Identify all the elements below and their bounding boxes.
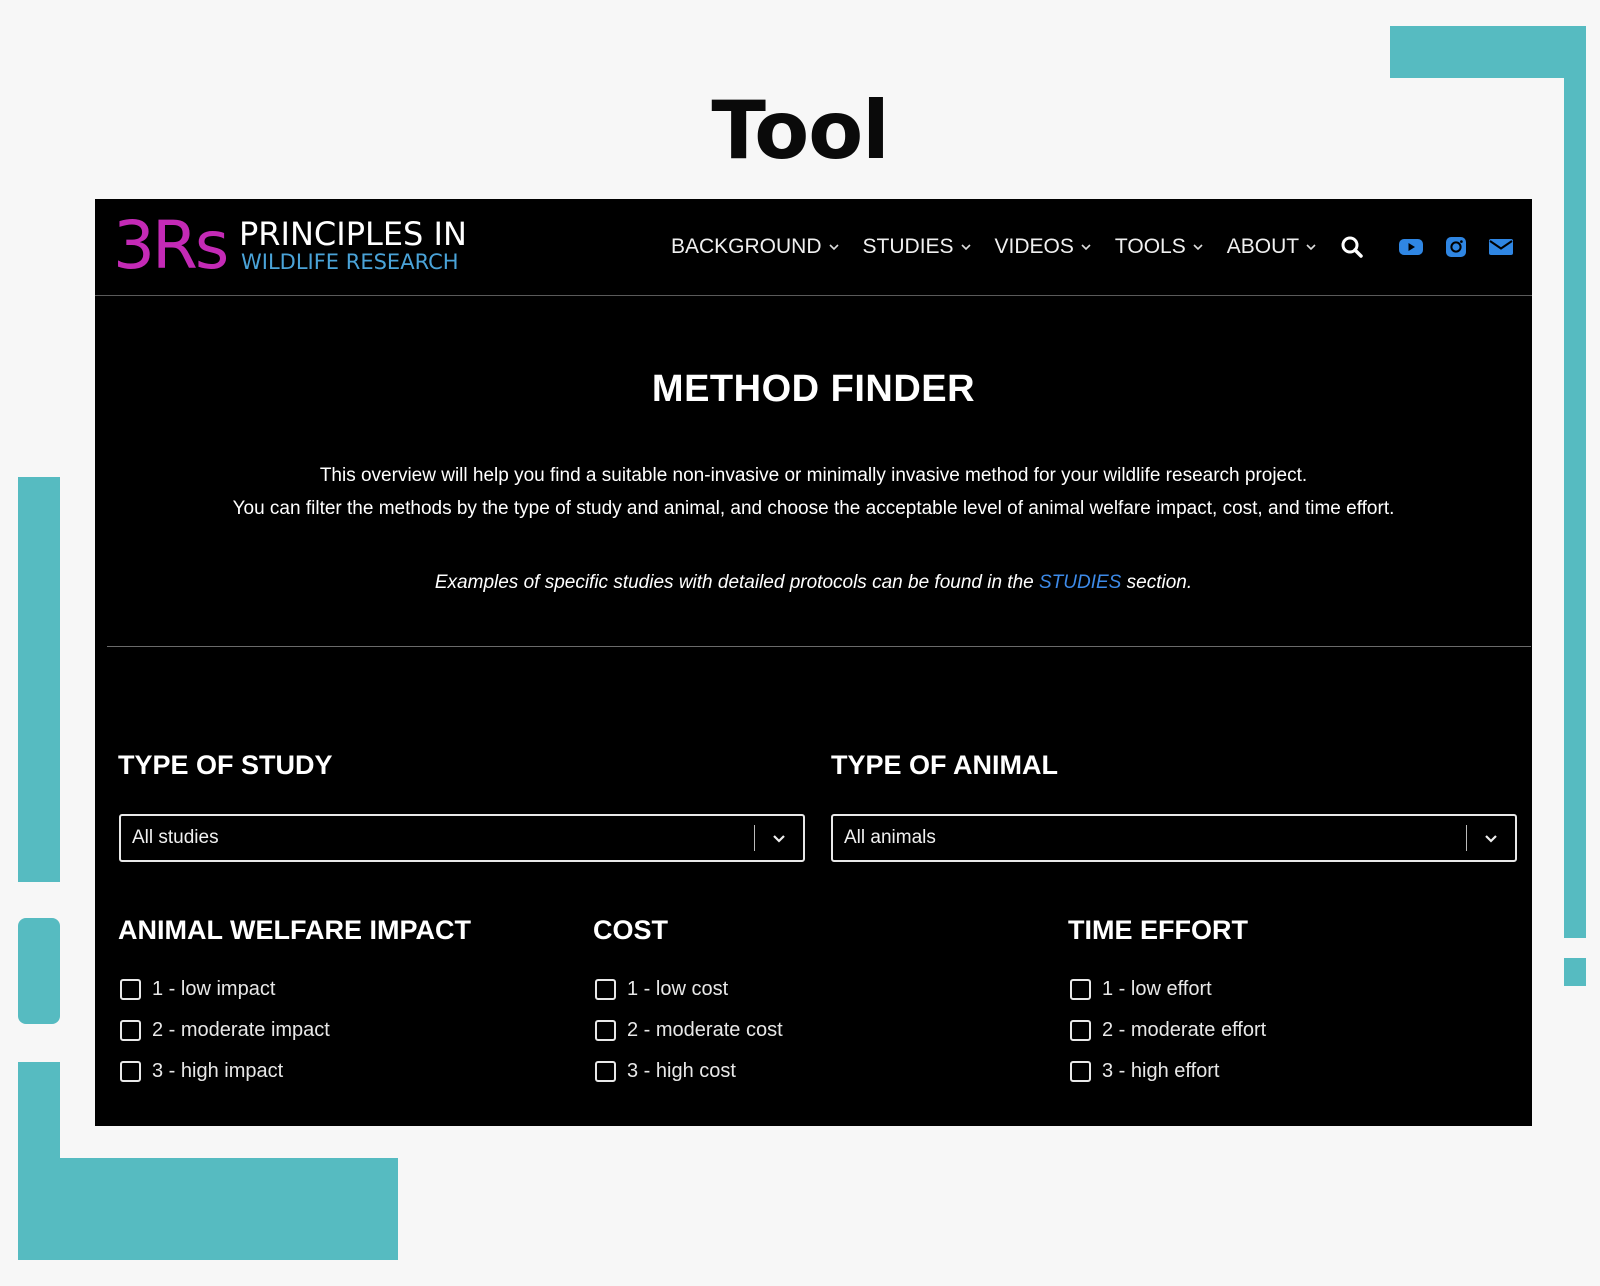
checkbox[interactable] xyxy=(120,979,141,1000)
option-label: 1 - low cost xyxy=(627,978,729,1000)
nav-label: VIDEOS xyxy=(994,235,1074,258)
chevron-down-icon xyxy=(1306,244,1316,251)
chevron-down-icon[interactable] xyxy=(755,830,803,846)
nav-item-background[interactable]: BACKGROUND xyxy=(671,235,840,259)
nav-label: STUDIES xyxy=(862,235,954,258)
nav-item-videos[interactable]: VIDEOS xyxy=(995,235,1092,259)
checkbox[interactable] xyxy=(595,979,616,1000)
chevron-down-icon xyxy=(1193,244,1203,251)
nav-label: TOOLS xyxy=(1114,235,1186,258)
cost-option-low[interactable]: 1 - low cost xyxy=(593,969,783,1010)
checkbox[interactable] xyxy=(120,1020,141,1041)
page-title: METHOD FINDER xyxy=(651,368,976,410)
option-label: 2 - moderate impact xyxy=(152,1019,330,1041)
welfare-option-low[interactable]: 1 - low impact xyxy=(118,969,330,1010)
option-label: 1 - low impact xyxy=(152,978,276,1000)
study-type-select[interactable]: All studies xyxy=(119,814,805,862)
section-divider xyxy=(107,646,1531,647)
checkbox[interactable] xyxy=(595,1020,616,1041)
logo-line1: PRINCIPLES IN xyxy=(239,215,467,253)
slide-title: Tool xyxy=(711,84,889,177)
cost-option-high[interactable]: 3 - high cost xyxy=(593,1051,783,1092)
cost-option-moderate[interactable]: 2 - moderate cost xyxy=(593,1010,783,1051)
welfare-option-high[interactable]: 3 - high impact xyxy=(118,1051,330,1092)
intro-line-1: This overview will help you find a suita… xyxy=(319,465,1308,486)
study-type-value: All studies xyxy=(132,827,219,848)
nav-label: ABOUT xyxy=(1226,235,1300,258)
time-option-low[interactable]: 1 - low effort xyxy=(1068,969,1266,1010)
studies-link[interactable]: STUDIES xyxy=(1039,572,1121,593)
animal-type-select[interactable]: All animals xyxy=(831,814,1517,862)
checkbox[interactable] xyxy=(120,1061,141,1082)
decor-bar-right-small xyxy=(1564,958,1586,986)
nav-label: BACKGROUND xyxy=(671,235,822,258)
logo-line2: WILDLIFE RESEARCH xyxy=(241,250,459,274)
studies-note: Examples of specific studies with detail… xyxy=(95,572,1532,594)
welfare-impact-options: 1 - low impact 2 - moderate impact 3 - h… xyxy=(118,969,330,1092)
site-navbar: 3Rs PRINCIPLES IN WILDLIFE RESEARCH BACK… xyxy=(95,199,1532,296)
decor-bar-left-middle xyxy=(18,918,60,1024)
decor-bar-top-right xyxy=(1390,26,1586,78)
checkbox[interactable] xyxy=(1070,1020,1091,1041)
checkbox[interactable] xyxy=(595,1061,616,1082)
option-label: 2 - moderate cost xyxy=(627,1019,783,1041)
nav-menu: BACKGROUND STUDIES VIDEOS TOOLS ABOUT xyxy=(671,199,1317,295)
animal-type-value: All animals xyxy=(844,827,936,848)
nav-item-about[interactable]: ABOUT xyxy=(1227,235,1317,259)
website-screenshot: 3Rs PRINCIPLES IN WILDLIFE RESEARCH BACK… xyxy=(95,199,1532,1126)
nav-item-studies[interactable]: STUDIES xyxy=(863,235,972,259)
studies-note-after: section. xyxy=(1121,572,1193,593)
welfare-impact-heading: ANIMAL WELFARE IMPACT xyxy=(118,915,471,945)
chevron-down-icon xyxy=(1081,244,1091,251)
search-icon[interactable] xyxy=(1340,235,1364,259)
time-effort-options: 1 - low effort 2 - moderate effort 3 - h… xyxy=(1068,969,1266,1092)
chevron-down-icon[interactable] xyxy=(1467,830,1515,846)
option-label: 3 - high effort xyxy=(1102,1060,1220,1082)
option-label: 3 - high cost xyxy=(627,1060,736,1082)
decor-bar-left-upper xyxy=(18,477,60,882)
chevron-down-icon xyxy=(828,244,839,251)
logo-mark: 3Rs xyxy=(113,207,229,284)
time-option-moderate[interactable]: 2 - moderate effort xyxy=(1068,1010,1266,1051)
cost-heading: COST xyxy=(593,915,669,945)
studies-note-before: Examples of specific studies with detail… xyxy=(434,572,1039,593)
animal-type-heading: TYPE OF ANIMAL xyxy=(831,750,1058,780)
checkbox[interactable] xyxy=(1070,979,1091,1000)
checkbox[interactable] xyxy=(1070,1061,1091,1082)
time-option-high[interactable]: 3 - high effort xyxy=(1068,1051,1266,1092)
option-label: 3 - high impact xyxy=(152,1060,284,1082)
mail-icon[interactable] xyxy=(1488,235,1514,259)
chevron-down-icon xyxy=(960,244,971,251)
welfare-option-moderate[interactable]: 2 - moderate impact xyxy=(118,1010,330,1051)
option-label: 1 - low effort xyxy=(1102,978,1212,1000)
time-effort-heading: TIME EFFORT xyxy=(1068,915,1248,945)
nav-item-tools[interactable]: TOOLS xyxy=(1115,235,1204,259)
study-type-heading: TYPE OF STUDY xyxy=(118,750,333,780)
decor-bar-bottom-left xyxy=(18,1158,398,1260)
intro-line-2: You can filter the methods by the type o… xyxy=(232,498,1395,519)
youtube-icon[interactable] xyxy=(1398,235,1424,259)
option-label: 2 - moderate effort xyxy=(1102,1019,1267,1041)
instagram-icon[interactable] xyxy=(1444,235,1468,259)
nav-icons xyxy=(1340,199,1514,295)
cost-options: 1 - low cost 2 - moderate cost 3 - high … xyxy=(593,969,783,1092)
